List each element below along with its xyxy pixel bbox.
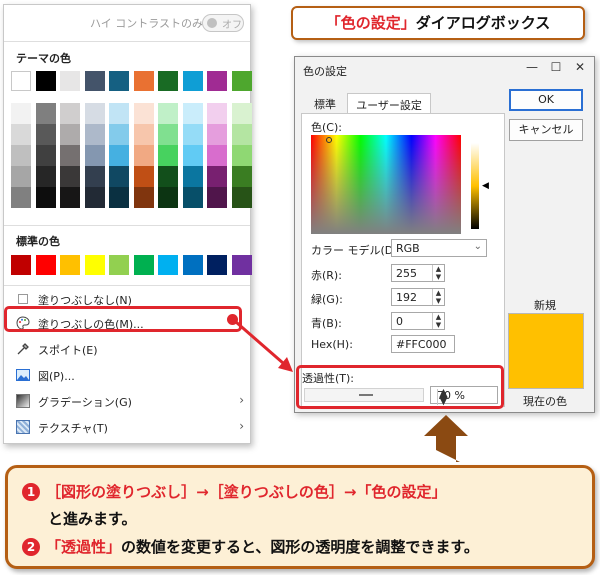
step-2-text: の数値を変更すると、図形の透明度を調整できます。	[121, 538, 479, 556]
brown-up-arrow	[424, 415, 468, 462]
step-1-badge: 1	[22, 483, 40, 501]
red-callout-arrow	[235, 320, 284, 365]
instruction-line-1: 1 ［図形の塗りつぶし］→［塗りつぶしの色］→「色の設定」	[22, 481, 446, 502]
instruction-box: 1 ［図形の塗りつぶし］→［塗りつぶしの色］→「色の設定」 と進みます。 2 「透過…	[5, 465, 595, 569]
instruction-line-2: 2 「透過性」の数値を変更すると、図形の透明度を調整できます。	[22, 536, 479, 557]
step-2-keyword: 「透過性」	[46, 538, 122, 556]
instruction-line-1b: と進みます。	[48, 508, 137, 529]
step-1-suffix: と進みます。	[48, 510, 137, 528]
step-1-path: ［図形の塗りつぶし］→［塗りつぶしの色］→「色の設定」	[46, 483, 447, 501]
step-2-badge: 2	[22, 538, 40, 556]
